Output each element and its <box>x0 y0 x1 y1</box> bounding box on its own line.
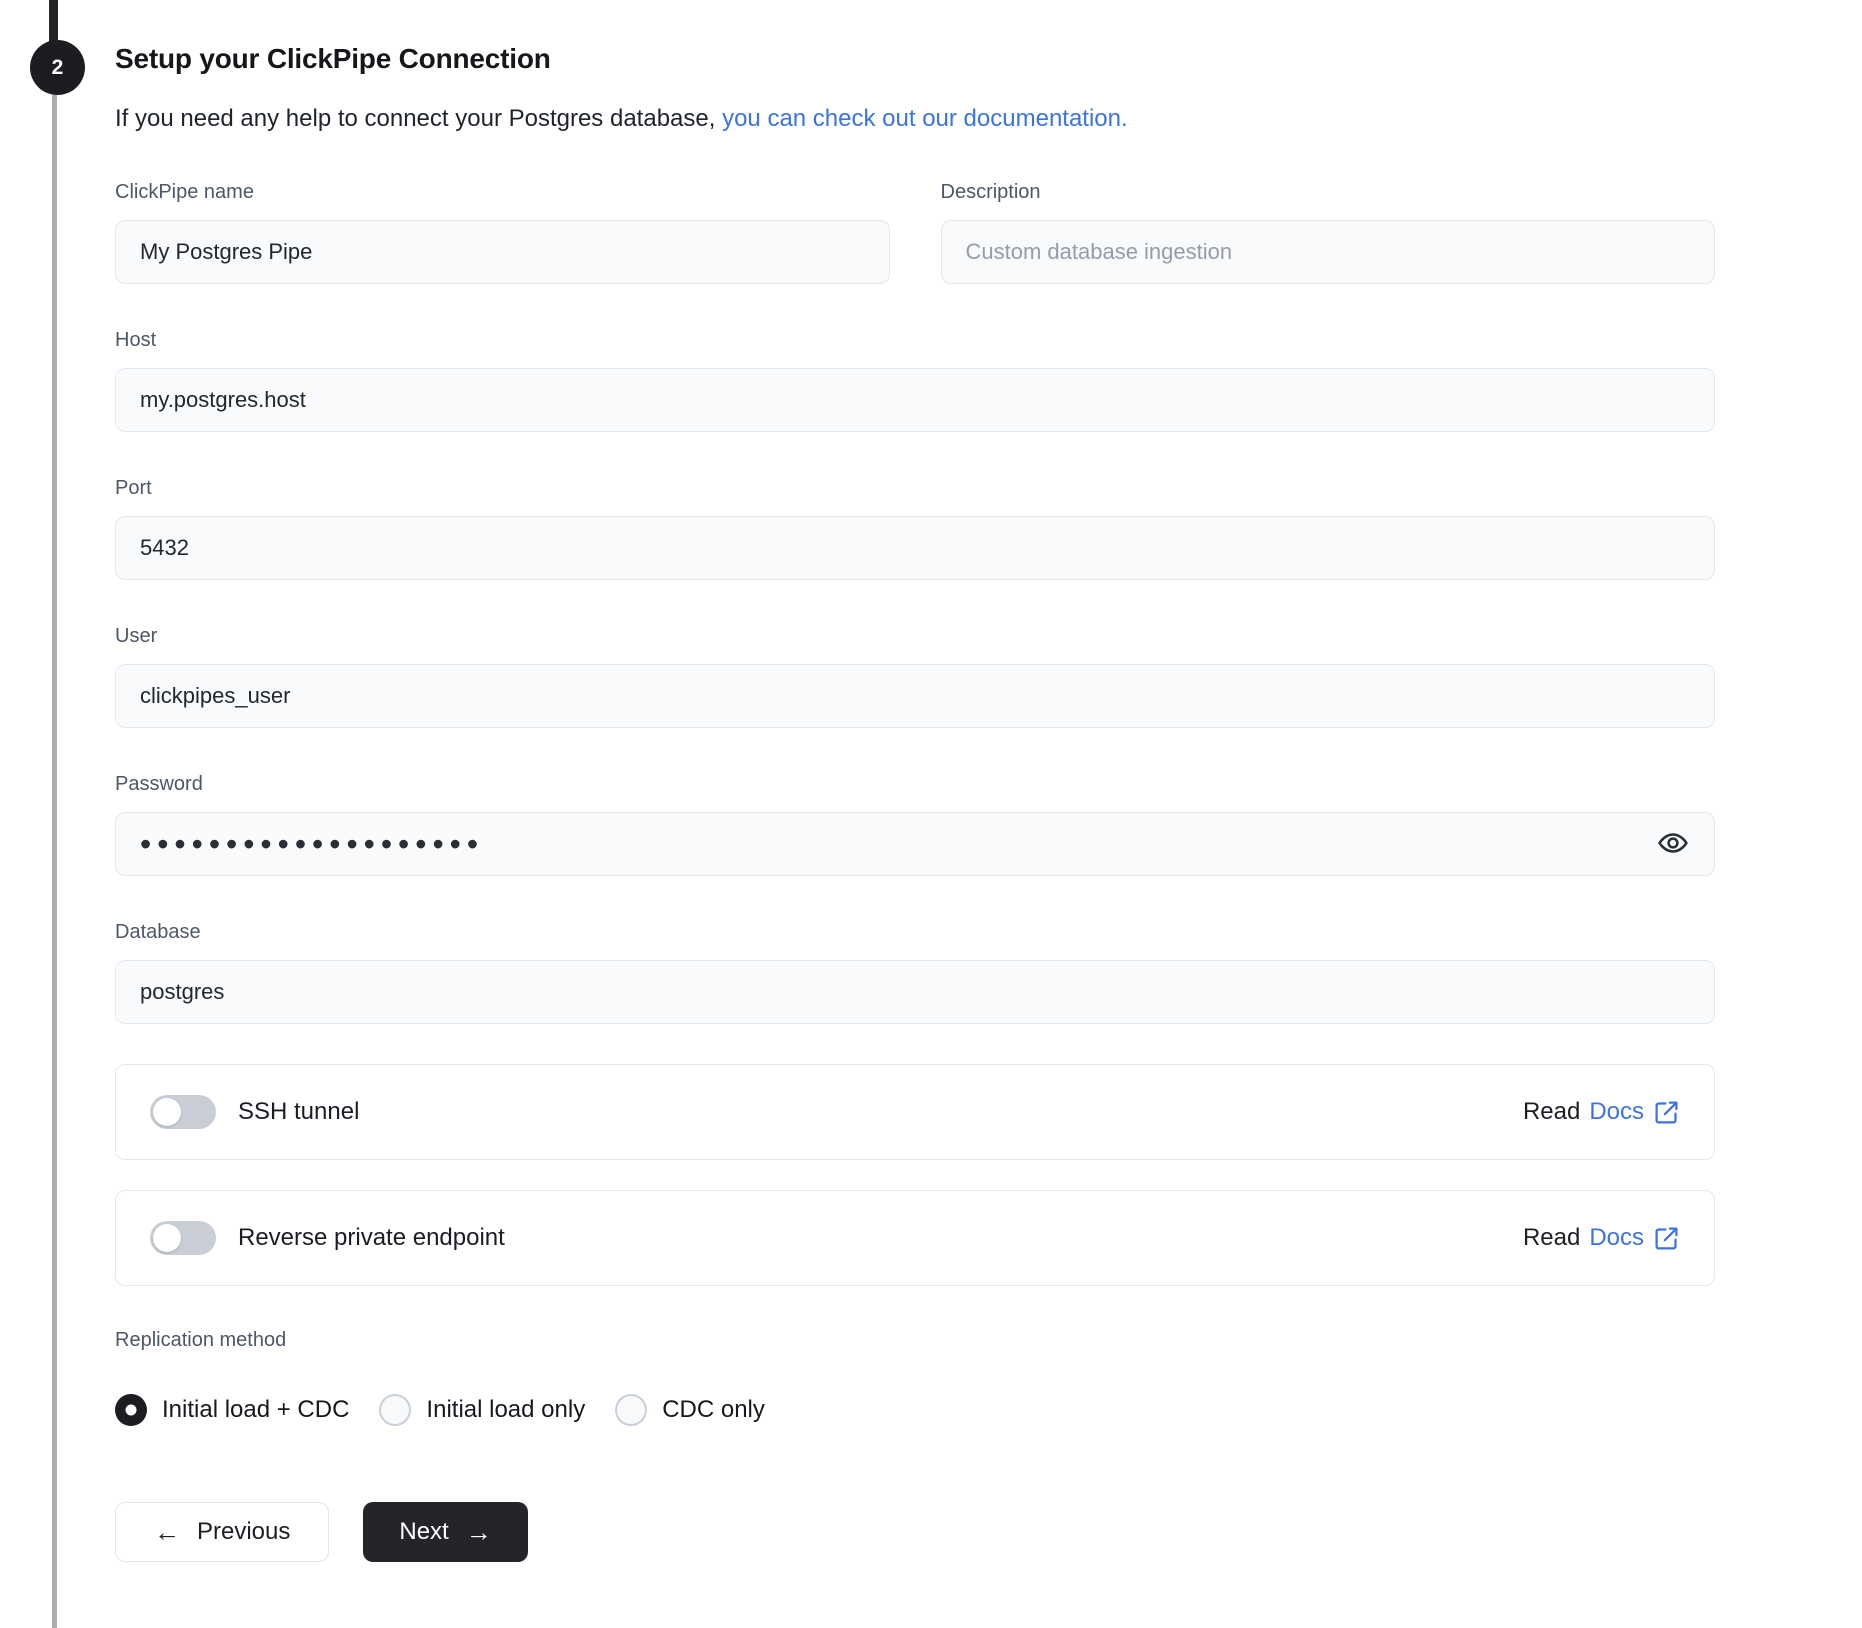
host-group: Host <box>115 328 1715 432</box>
description-group: Description <box>940 180 1715 284</box>
port-label: Port <box>115 477 152 499</box>
host-input[interactable] <box>115 368 1715 432</box>
user-label: User <box>115 625 158 647</box>
external-link-icon[interactable] <box>1653 1225 1680 1252</box>
reverse-private-endpoint-label: Reverse private endpoint <box>238 1224 505 1251</box>
user-input[interactable] <box>115 664 1715 728</box>
toggle-password-visibility-button[interactable] <box>1653 824 1693 864</box>
port-input[interactable] <box>115 516 1715 580</box>
help-text: If you need any help to connect your Pos… <box>115 102 1715 136</box>
radio-button[interactable] <box>615 1394 648 1426</box>
ssh-tunnel-read-docs: Read Docs <box>1523 1098 1680 1126</box>
radio-option-cdc-only[interactable]: CDC only <box>615 1394 765 1426</box>
documentation-link[interactable]: you can check out our documentation. <box>722 105 1128 132</box>
password-label: Password <box>115 773 203 795</box>
toggle-knob <box>153 1098 181 1126</box>
radio-button[interactable] <box>379 1394 412 1426</box>
eye-icon <box>1656 826 1690 863</box>
connection-form: ClickPipe name Description Host Port Use… <box>115 180 1715 1562</box>
radio-option-initial-load-cdc[interactable]: Initial load + CDC <box>115 1394 349 1426</box>
port-group: Port <box>115 476 1715 580</box>
database-input[interactable] <box>115 960 1715 1024</box>
reverse-private-endpoint-row: Reverse private endpoint Read Docs <box>115 1190 1715 1286</box>
replication-method-options: Initial load + CDC Initial load only CDC… <box>115 1394 1715 1426</box>
read-text: Read <box>1522 1224 1581 1251</box>
arrow-left-icon: ← <box>154 1517 180 1547</box>
host-label: Host <box>115 329 157 351</box>
password-group: Password <box>115 772 1715 876</box>
next-button-label: Next <box>399 1518 449 1545</box>
password-input[interactable] <box>115 812 1715 876</box>
step-number: 2 <box>51 55 64 79</box>
reverse-private-endpoint-docs-link[interactable]: Docs <box>1589 1224 1644 1252</box>
clickpipe-setup-panel: Setup your ClickPipe Connection If you n… <box>115 0 1715 1562</box>
replication-method-label: Replication method <box>115 1329 287 1351</box>
ssh-tunnel-label: SSH tunnel <box>238 1098 360 1125</box>
reverse-private-endpoint-read-docs: Read Docs <box>1523 1224 1680 1252</box>
help-text-plain: If you need any help to connect your Pos… <box>115 105 716 132</box>
reverse-private-endpoint-toggle[interactable] <box>150 1221 216 1255</box>
ssh-tunnel-docs-link[interactable]: Docs <box>1589 1098 1644 1126</box>
database-group: Database <box>115 920 1715 1024</box>
clickpipe-name-group: ClickPipe name <box>115 180 890 284</box>
step-rail-top-line <box>49 0 58 44</box>
step-number-badge: 2 <box>30 40 85 95</box>
form-navigation: ← Previous Next → <box>115 1502 1715 1562</box>
read-text: Read <box>1522 1098 1581 1125</box>
radio-button-selected[interactable] <box>115 1394 147 1426</box>
radio-label: Initial load + CDC <box>162 1396 350 1423</box>
clickpipe-name-label: ClickPipe name <box>115 181 254 203</box>
description-label: Description <box>940 181 1041 203</box>
next-button[interactable]: Next → <box>363 1502 528 1562</box>
user-group: User <box>115 624 1715 728</box>
database-label: Database <box>115 921 201 943</box>
clickpipe-name-input[interactable] <box>115 220 890 284</box>
ssh-tunnel-toggle[interactable] <box>150 1095 216 1129</box>
radio-label: CDC only <box>662 1396 765 1423</box>
radio-dot <box>125 1404 137 1416</box>
previous-button[interactable]: ← Previous <box>115 1502 330 1562</box>
arrow-right-icon: → <box>465 1517 492 1547</box>
external-link-icon[interactable] <box>1653 1099 1680 1126</box>
ssh-tunnel-row: SSH tunnel Read Docs <box>115 1064 1715 1160</box>
step-rail-bottom-line <box>52 95 57 1628</box>
toggle-knob <box>153 1224 181 1252</box>
page-title: Setup your ClickPipe Connection <box>115 43 551 74</box>
previous-button-label: Previous <box>197 1518 291 1545</box>
radio-option-initial-load-only[interactable]: Initial load only <box>379 1394 585 1426</box>
description-input[interactable] <box>940 220 1715 284</box>
radio-label: Initial load only <box>426 1396 586 1423</box>
